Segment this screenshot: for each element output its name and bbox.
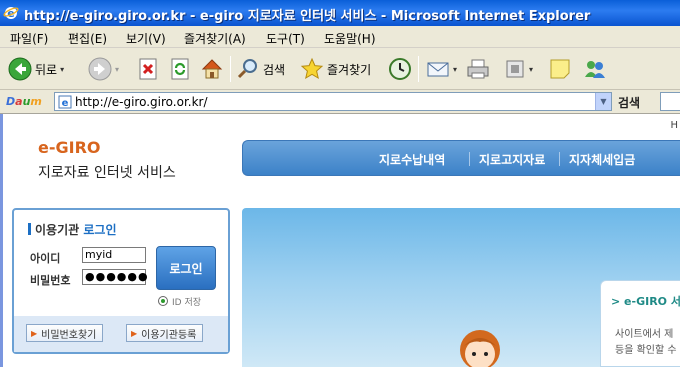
window-titlebar: e http://e-giro.giro.or.kr - e-giro 지로자료…	[0, 0, 680, 26]
stop-icon	[139, 58, 157, 80]
forward-dropdown-icon[interactable]: ▾	[115, 65, 119, 74]
toolbar-search-field[interactable]	[660, 92, 680, 111]
card-title: > e-GIRO 서	[611, 295, 680, 308]
menu-help[interactable]: 도움말(H)	[324, 30, 376, 47]
daum-logo: Daum	[6, 95, 42, 108]
nav-separator	[469, 152, 470, 166]
character-illustration	[460, 330, 500, 367]
page-viewport: e-GIRO 지로자료 인터넷 서비스 H 지로수납내역 지로고지자료 지자체세…	[0, 114, 680, 367]
arrow-icon: ▶	[31, 328, 38, 338]
refresh-icon	[171, 58, 189, 80]
home-icon	[201, 59, 223, 79]
refresh-button[interactable]	[170, 56, 192, 82]
messenger-button[interactable]	[582, 56, 608, 82]
card-text-line1: 사이트에서 제	[615, 329, 674, 340]
login-title-prefix: 이용기관	[35, 223, 80, 237]
back-arrow-icon	[8, 57, 32, 81]
toolbar: 뒤로 ▾ ▾ 검색 즐겨찾기 ▾ ▾	[0, 48, 680, 90]
main-nav: 지로수납내역 지로고지자료 지자체세입금	[242, 140, 680, 176]
url-input[interactable]: e http://e-giro.giro.or.kr/ ▼	[54, 92, 612, 111]
back-label: 뒤로	[35, 62, 58, 77]
register-org-button[interactable]: ▶ 이용기관등록	[126, 324, 204, 342]
window-left-border	[0, 114, 3, 367]
star-icon	[300, 57, 324, 80]
nav-local-revenue[interactable]: 지자체세입금	[569, 151, 635, 168]
toolbar-separator	[418, 56, 419, 82]
history-button[interactable]	[388, 56, 412, 82]
edit-button[interactable]: ▾	[504, 56, 533, 82]
page-icon: e	[58, 95, 72, 109]
password-label: 비밀번호	[30, 274, 71, 287]
note-icon	[550, 59, 570, 79]
toolbar-separator	[230, 56, 231, 82]
home-button[interactable]	[200, 56, 224, 82]
favorites-label: 즐겨찾기	[327, 62, 372, 77]
service-card[interactable]: > e-GIRO 서 사이트에서 제 등을 확인할 수	[600, 280, 680, 367]
register-org-label: 이용기관등록	[141, 329, 197, 341]
forward-button[interactable]: ▾	[88, 56, 119, 82]
find-password-label: 비밀번호찾기	[41, 329, 97, 341]
edit-icon	[506, 60, 524, 78]
menu-file[interactable]: 파일(F)	[10, 30, 48, 47]
print-icon	[467, 59, 489, 79]
password-input[interactable]: ●●●●●●	[82, 269, 148, 285]
login-footer: ▶ 비밀번호찾기 ▶ 이용기관등록	[14, 316, 228, 352]
address-search-button[interactable]: 검색	[618, 94, 640, 111]
corner-letter[interactable]: H	[670, 120, 678, 131]
menu-favorites[interactable]: 즐겨찾기(A)	[184, 30, 246, 47]
menu-view[interactable]: 보기(V)	[126, 30, 166, 47]
search-button[interactable]: 검색	[236, 56, 285, 82]
menu-bar: 파일(F) 편집(E) 보기(V) 즐겨찾기(A) 도구(T) 도움말(H)	[0, 26, 680, 48]
history-icon	[389, 58, 411, 80]
nav-separator	[559, 152, 560, 166]
edit-dropdown-icon[interactable]: ▾	[529, 65, 533, 74]
ie-logo-icon: e	[3, 7, 19, 20]
window-title: http://e-giro.giro.or.kr - e-giro 지로자료 인…	[24, 9, 591, 24]
login-button[interactable]: 로그인	[156, 246, 216, 290]
stop-button[interactable]	[138, 56, 160, 82]
mail-dropdown-icon[interactable]: ▾	[453, 65, 457, 74]
forward-arrow-icon	[88, 57, 112, 81]
search-icon	[237, 59, 257, 79]
nav-giro-notice[interactable]: 지로고지자료	[479, 151, 545, 168]
menu-tools[interactable]: 도구(T)	[266, 30, 305, 47]
messenger-icon	[585, 61, 605, 78]
login-title: 이용기관 로그인	[28, 221, 116, 238]
site-logo[interactable]: e-GIRO	[38, 138, 101, 157]
back-dropdown-icon[interactable]: ▾	[60, 65, 64, 74]
card-text-line2: 등을 확인할 수	[615, 345, 677, 356]
url-text: http://e-giro.giro.or.kr/	[75, 95, 208, 109]
save-id-radio[interactable]	[158, 296, 168, 306]
arrow-icon: ▶	[131, 328, 138, 338]
id-input[interactable]: myid	[82, 247, 146, 263]
login-title-accent: 로그인	[83, 223, 117, 237]
login-panel: 이용기관 로그인 아이디 myid 비밀번호 ●●●●●● 로그인 ID 저장 …	[12, 208, 230, 354]
nav-giro-payment[interactable]: 지로수납내역	[379, 151, 445, 168]
menu-edit[interactable]: 편집(E)	[68, 30, 107, 47]
favorites-button[interactable]: 즐겨찾기	[300, 56, 371, 82]
print-button[interactable]	[466, 56, 490, 82]
id-label: 아이디	[30, 252, 61, 265]
save-id-label: ID 저장	[172, 298, 202, 308]
mail-icon	[427, 62, 449, 77]
site-subtitle: 지로자료 인터넷 서비스	[38, 165, 176, 181]
search-label: 검색	[263, 62, 286, 77]
back-button[interactable]: 뒤로 ▾	[8, 56, 64, 82]
svg-text:e: e	[62, 98, 69, 109]
find-password-button[interactable]: ▶ 비밀번호찾기	[26, 324, 104, 342]
address-bar: Daum e http://e-giro.giro.or.kr/ ▼ 검색	[0, 90, 680, 114]
url-dropdown-icon[interactable]: ▼	[595, 93, 611, 110]
discuss-button[interactable]	[548, 56, 572, 82]
mail-button[interactable]: ▾	[426, 56, 457, 82]
title-bar-marker	[28, 223, 31, 235]
